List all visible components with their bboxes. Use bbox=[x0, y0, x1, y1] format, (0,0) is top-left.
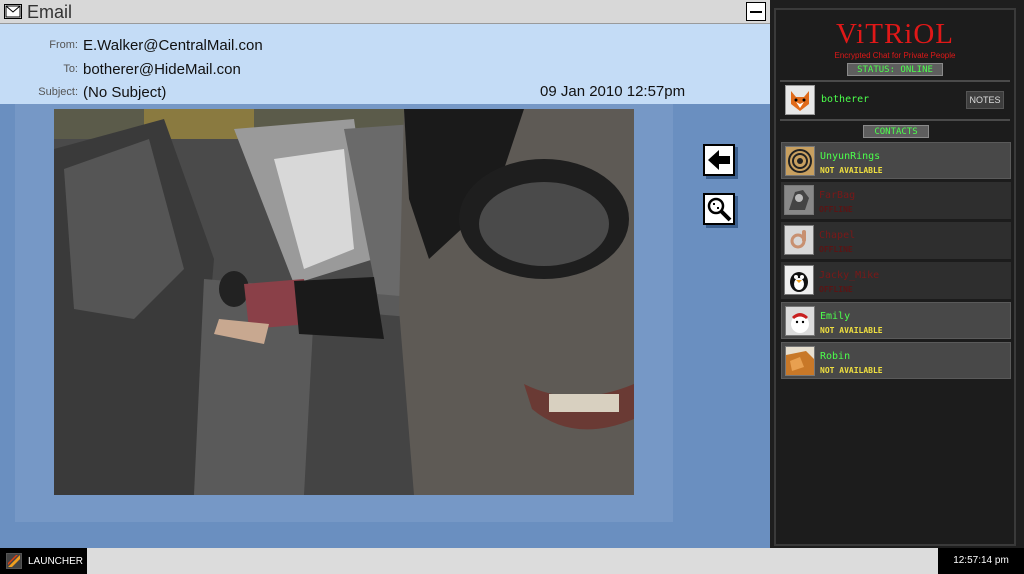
contact-avatar bbox=[785, 346, 815, 376]
to-address: botherer@HideMail.con bbox=[83, 61, 241, 78]
contact-name: Emily bbox=[820, 311, 851, 322]
contact-status: NOT AVAILABLE bbox=[820, 166, 883, 175]
notes-button[interactable]: NOTES bbox=[966, 91, 1004, 109]
taskbar: LAUNCHER 12:57:14 pm bbox=[0, 548, 1024, 574]
contact-item[interactable]: UnyunRings NOT AVAILABLE bbox=[781, 142, 1011, 179]
minimize-button[interactable] bbox=[746, 2, 766, 21]
email-icon bbox=[4, 4, 22, 19]
from-label: From: bbox=[49, 39, 78, 51]
divider bbox=[780, 119, 1010, 121]
contact-avatar bbox=[785, 306, 815, 336]
launcher-label: LAUNCHER bbox=[28, 556, 84, 567]
email-header: From: E.Walker@CentralMail.con To: bothe… bbox=[0, 24, 770, 104]
divider bbox=[780, 80, 1010, 82]
email-window: Email From: E.Walker@CentralMail.con To:… bbox=[0, 0, 770, 548]
contact-avatar bbox=[784, 225, 814, 255]
chat-window: ViTRiOL Encrypted Chat for Private Peopl… bbox=[774, 8, 1016, 546]
back-button[interactable] bbox=[703, 144, 735, 176]
user-avatar bbox=[785, 85, 815, 115]
contact-name: Chapel bbox=[819, 230, 856, 241]
subject-label: Subject: bbox=[38, 86, 78, 98]
contact-status: NOT AVAILABLE bbox=[820, 366, 883, 375]
subject-value: (No Subject) bbox=[83, 84, 167, 101]
contact-name: FarBag bbox=[819, 190, 856, 201]
contact-item[interactable]: Emily NOT AVAILABLE bbox=[781, 302, 1011, 339]
contact-item[interactable]: Chapel OFFLINE bbox=[781, 222, 1011, 259]
contact-avatar bbox=[784, 265, 814, 295]
app-logo: ViTRiOL bbox=[835, 18, 955, 50]
username: botherer bbox=[821, 94, 870, 105]
email-date: 09 Jan 2010 12:57pm bbox=[540, 83, 686, 100]
clock: 12:57:14 pm bbox=[938, 548, 1024, 574]
contact-status: OFFLINE bbox=[819, 245, 853, 254]
contact-status: NOT AVAILABLE bbox=[820, 326, 883, 335]
contact-status: OFFLINE bbox=[819, 285, 853, 294]
contact-name: UnyunRings bbox=[820, 151, 881, 162]
contact-item[interactable]: FarBag OFFLINE bbox=[781, 182, 1011, 219]
attachment-image[interactable] bbox=[54, 109, 634, 495]
contact-status: OFFLINE bbox=[819, 205, 853, 214]
to-label: To: bbox=[63, 63, 78, 75]
back-arrow-icon bbox=[705, 150, 733, 178]
from-address: E.Walker@CentralMail.con bbox=[83, 37, 263, 54]
contacts-header: CONTACTS bbox=[863, 125, 929, 138]
email-titlebar[interactable]: Email bbox=[0, 0, 770, 24]
app-tagline: Encrypted Chat for Private People bbox=[834, 51, 956, 60]
status-badge: STATUS: ONLINE bbox=[847, 63, 943, 76]
contact-item[interactable]: Robin NOT AVAILABLE bbox=[781, 342, 1011, 379]
contact-name: Robin bbox=[820, 351, 851, 362]
contact-avatar bbox=[785, 146, 815, 176]
launcher-icon bbox=[6, 553, 22, 569]
contact-avatar bbox=[784, 185, 814, 215]
contact-name: Jacky_Mike bbox=[819, 270, 880, 281]
magnify-icon bbox=[705, 197, 733, 227]
zoom-button[interactable] bbox=[703, 193, 735, 225]
contact-item[interactable]: Jacky_Mike OFFLINE bbox=[781, 262, 1011, 299]
launcher-button[interactable]: LAUNCHER bbox=[0, 548, 87, 574]
window-title: Email bbox=[27, 2, 73, 22]
